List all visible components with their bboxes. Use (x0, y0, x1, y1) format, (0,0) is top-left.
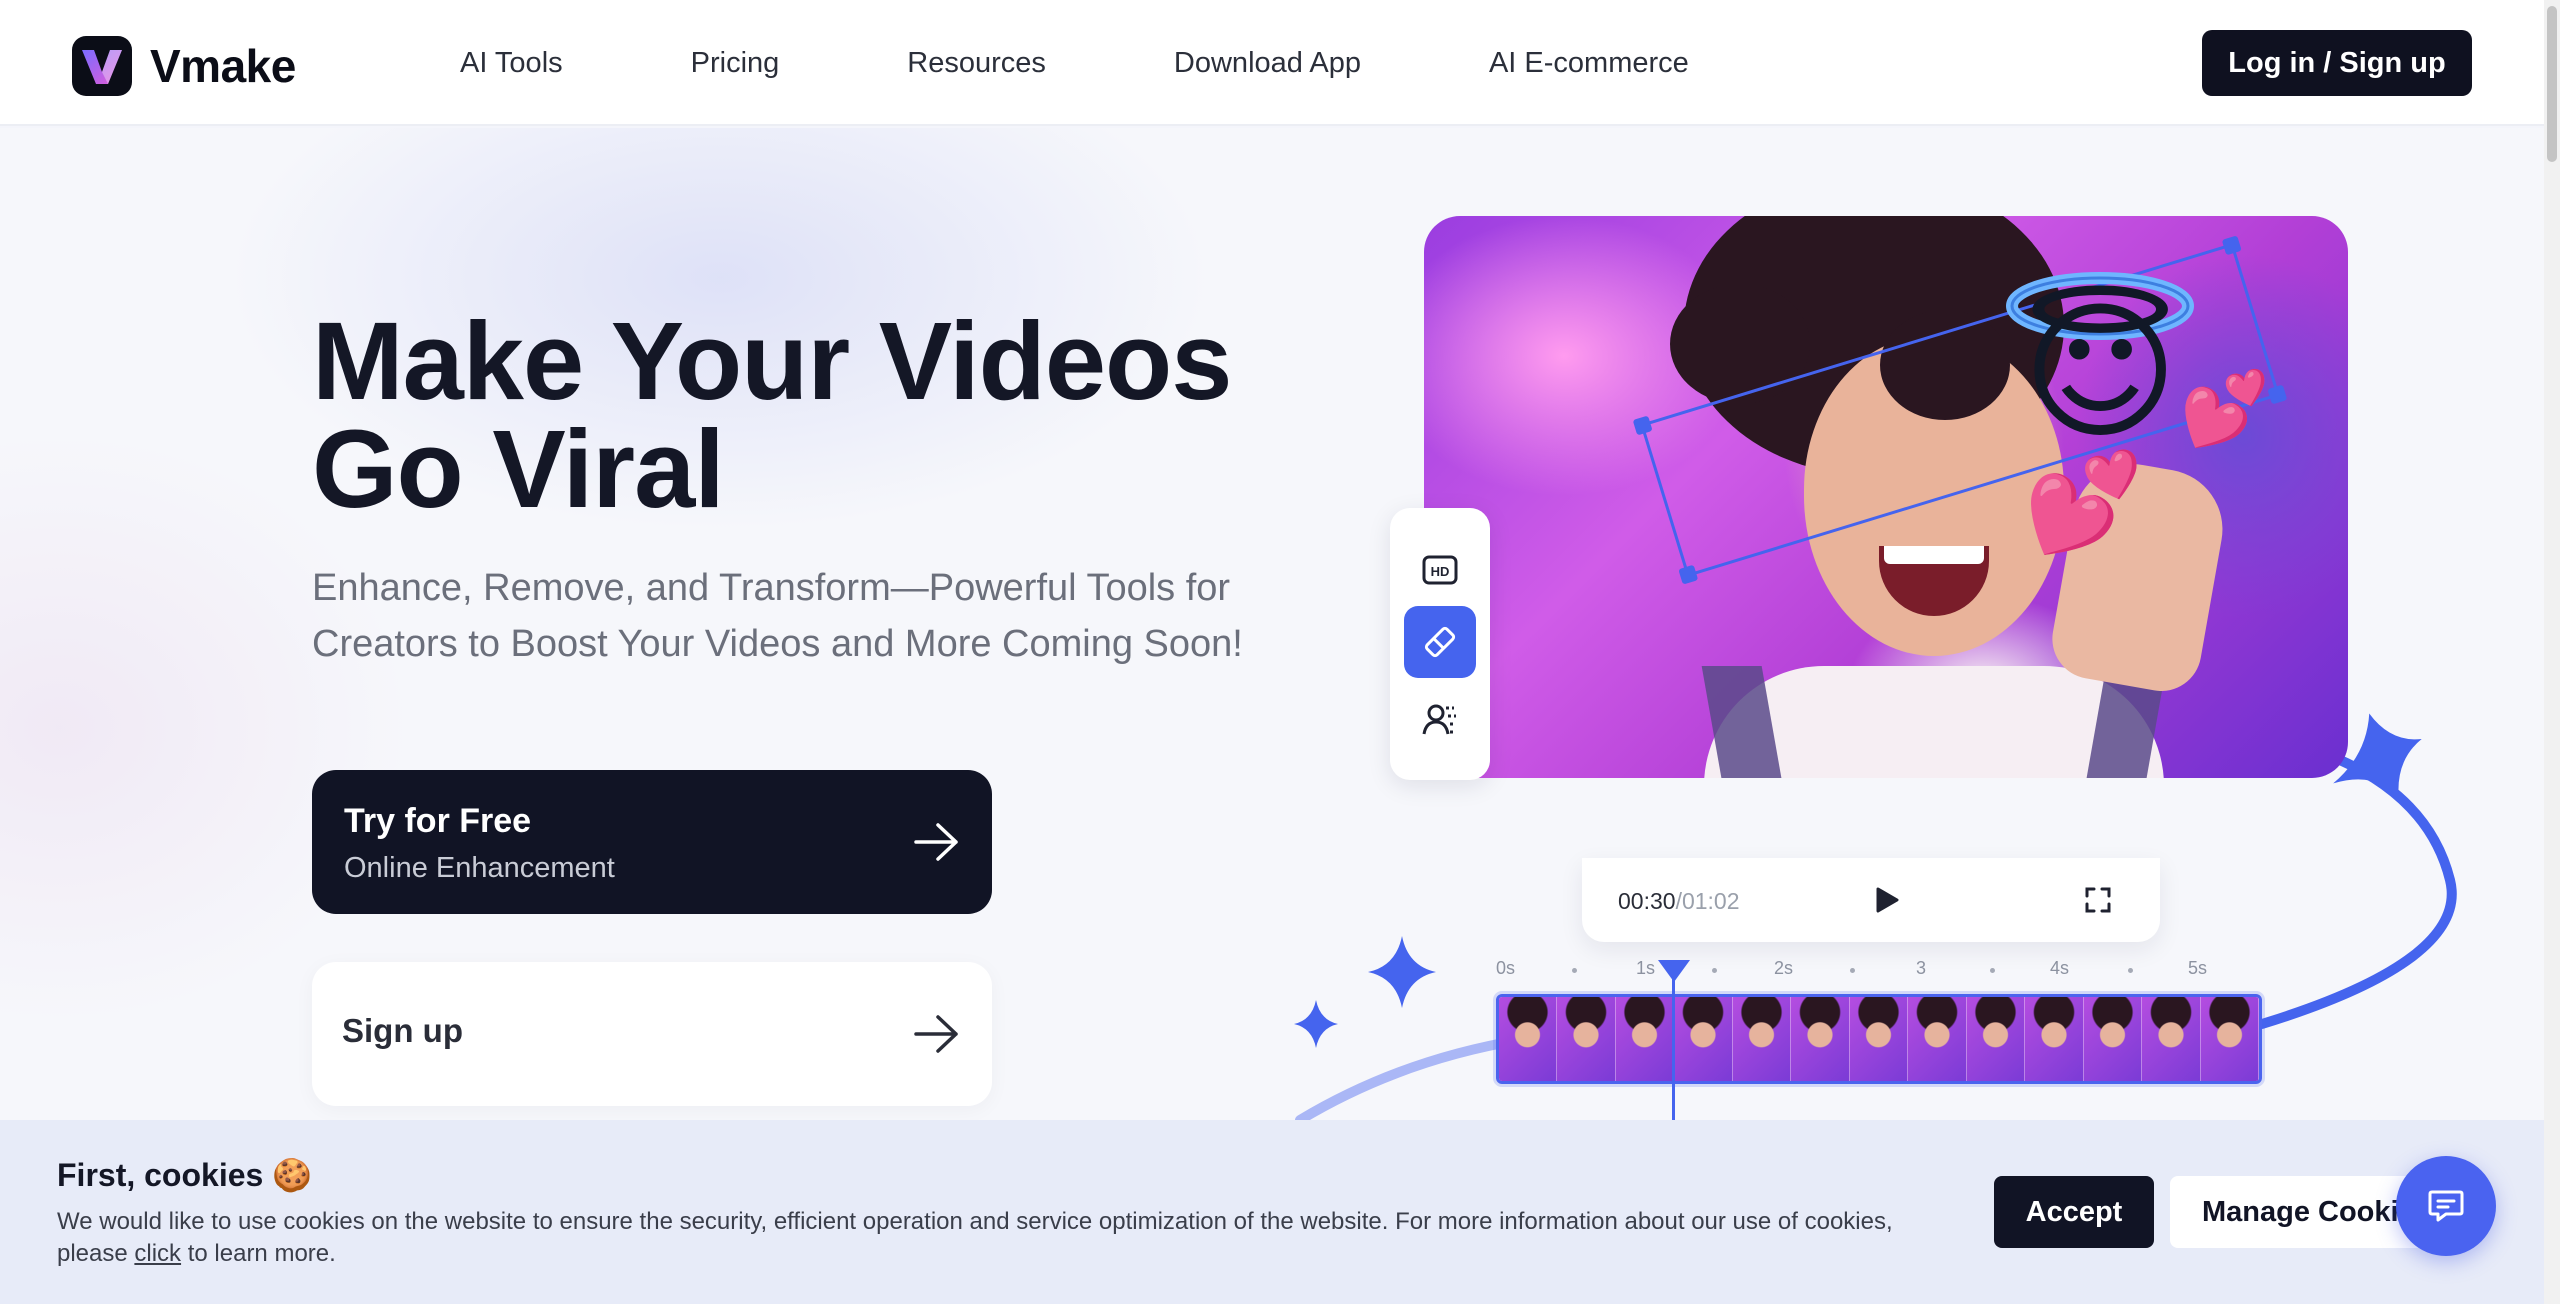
playback-time: 00:30/01:02 (1618, 888, 1740, 915)
film-frame (1674, 997, 1733, 1081)
cookie-text-end: to learn more. (181, 1240, 336, 1267)
film-frame (2025, 997, 2084, 1081)
sparkle-star-icon (1368, 936, 1436, 1008)
current-time: 00:30 (1618, 888, 1676, 914)
play-icon[interactable] (1874, 886, 1900, 914)
hearts-emoji: 💕 (2180, 366, 2270, 450)
film-frame (2200, 997, 2259, 1081)
film-frame (1732, 997, 1792, 1081)
film-frame (1966, 997, 2026, 1081)
chat-support-button[interactable] (2396, 1156, 2496, 1256)
film-frame (1615, 997, 1675, 1081)
accept-cookies-button[interactable]: Accept (1994, 1176, 2154, 1248)
timeline-ruler: 0s 1s 2s 3 4s 5s (1496, 958, 2266, 986)
ruler-dot (2128, 968, 2133, 973)
ruler-dot (1572, 968, 1577, 973)
cookie-banner: First, cookies 🍪 We would like to use co… (0, 1120, 2544, 1304)
ruler-label: 0s (1496, 958, 1516, 978)
cookie-text: We would like to use cookies on the webs… (57, 1206, 1957, 1270)
ruler-label: 4s (2050, 958, 2070, 978)
film-frame (2142, 997, 2201, 1081)
portrait-cutout-tool[interactable] (1404, 684, 1476, 756)
cookie-title: First, cookies 🍪 (57, 1157, 313, 1193)
photo-teeth (1884, 546, 1984, 564)
hearts-emoji: 💕 (2024, 446, 2144, 558)
ruler-dot (1850, 968, 1855, 973)
timeline-playhead[interactable] (1672, 960, 1675, 1120)
video-player-controls: 00:30/01:02 (1582, 858, 2160, 942)
film-frame (1557, 997, 1616, 1081)
eraser-icon (1424, 626, 1456, 658)
scrollbar-thumb[interactable] (2547, 6, 2557, 162)
ruler-label: 2s (1774, 958, 1794, 978)
playhead-marker-icon[interactable] (1658, 960, 1690, 982)
chat-bubble-icon (2428, 1190, 2464, 1222)
cookie-learn-more-link[interactable]: click (134, 1240, 181, 1267)
duration: /01:02 (1675, 888, 1740, 914)
portrait-cutout-icon (1422, 704, 1456, 735)
ruler-label: 3 (1916, 958, 1927, 978)
hd-icon: HD (1422, 555, 1458, 585)
ruler-dot (1712, 968, 1717, 973)
film-frame (1791, 997, 1850, 1081)
film-frame (1849, 997, 1909, 1081)
svg-text:HD: HD (1431, 564, 1450, 579)
eraser-tool[interactable] (1404, 606, 1476, 678)
smiling-angel-emoji: 😇 (2022, 286, 2179, 460)
film-frame (2083, 997, 2143, 1081)
hd-enhance-tool[interactable]: HD (1404, 534, 1476, 606)
fullscreen-icon[interactable] (2084, 886, 2112, 914)
ruler-label: 5s (2188, 958, 2208, 978)
ruler-dot (1990, 968, 1995, 973)
page-scrollbar[interactable] (2544, 0, 2560, 1304)
sparkle-star-icon (1294, 1000, 1338, 1048)
timeline-filmstrip[interactable] (1496, 994, 2262, 1084)
ruler-label: 1s (1636, 958, 1656, 978)
film-frame (1499, 997, 1558, 1081)
editor-toolbar: HD (1390, 508, 1490, 780)
film-frame (1908, 997, 1967, 1081)
